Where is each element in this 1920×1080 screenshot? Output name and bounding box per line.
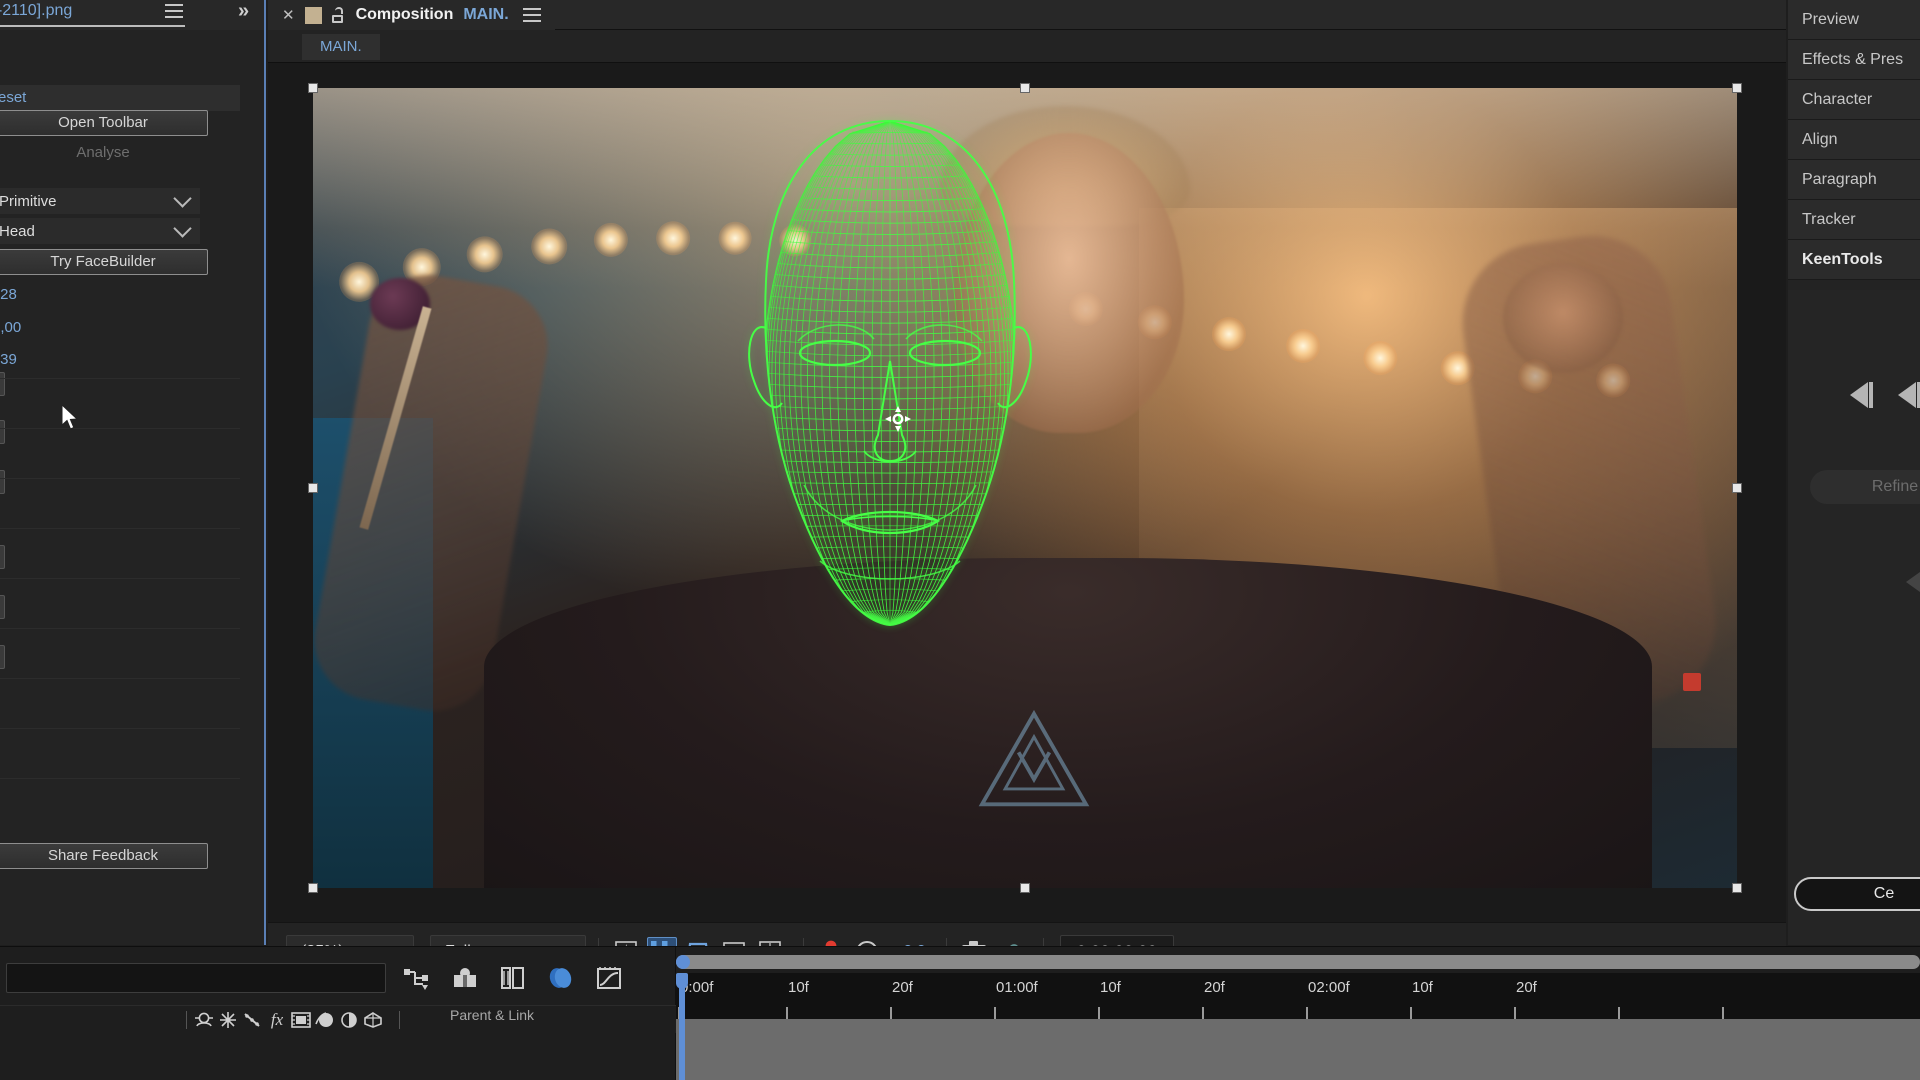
panel-menu-icon[interactable] <box>522 8 541 22</box>
selection-handle-tl[interactable] <box>308 83 318 93</box>
parent-and-link-header: Parent & Link <box>450 1007 535 1023</box>
graph-editor-icon[interactable] <box>592 962 626 994</box>
tick-label: 20f <box>892 979 913 996</box>
param-value-2[interactable]: 0,00 <box>0 318 21 338</box>
frame-blending-icon[interactable] <box>448 962 482 994</box>
tab-align[interactable]: Align <box>1788 120 1920 160</box>
keentools-face-mesh-overlay[interactable] <box>738 113 1043 643</box>
performer-right-hand <box>1503 263 1624 373</box>
close-icon[interactable]: ✕ <box>282 6 295 24</box>
tab-character[interactable]: Character <box>1788 80 1920 120</box>
shy-layers-icon[interactable] <box>400 962 434 994</box>
param-value-3[interactable]: ,39 <box>0 350 17 370</box>
tick-label: 10f <box>1412 979 1433 996</box>
tick-label: 10f <box>1100 979 1121 996</box>
param-row-stub <box>0 470 5 494</box>
composition-panel: ✕ Composition MAIN. MAIN. <box>268 0 1786 980</box>
timeline-layer-column-header: fx <box>0 1005 676 1033</box>
selection-handle-bc[interactable] <box>1020 883 1030 893</box>
mouse-pointer-icon <box>62 405 79 430</box>
composition-tab[interactable]: ✕ Composition MAIN. <box>268 0 555 30</box>
selection-handle-br[interactable] <box>1732 883 1742 893</box>
frame-blend-icon[interactable] <box>289 1004 313 1036</box>
param-row-stub <box>0 372 5 396</box>
layer-switches-icon[interactable] <box>193 1004 215 1036</box>
left-panel-header: n[2000-2110].png » <box>0 0 264 30</box>
3d-layer-icon[interactable] <box>361 1004 385 1036</box>
fx-icon[interactable]: fx <box>265 1004 289 1036</box>
background-red-light <box>1683 673 1702 691</box>
shirt-logo-icon <box>978 709 1090 807</box>
timeline-track-area[interactable] <box>676 1019 1920 1080</box>
try-facebuilder-button[interactable]: Try FaceBuilder <box>0 249 208 275</box>
tick-label: 20f <box>1516 979 1537 996</box>
tick-label: 01:00f <box>996 979 1038 996</box>
adjustment-layer-icon[interactable] <box>337 1004 361 1036</box>
tick-label: 10f <box>788 979 809 996</box>
share-feedback-button[interactable]: Share Feedback <box>0 843 208 869</box>
composition-viewer[interactable] <box>268 64 1786 922</box>
left-panel-spacer <box>0 30 264 52</box>
refine-button[interactable]: Refine <box>1810 470 1920 504</box>
composition-thumbnail-icon <box>304 6 322 24</box>
motion-blur-icon[interactable] <box>496 962 530 994</box>
selection-handle-ml[interactable] <box>308 483 318 493</box>
reset-link[interactable]: eset <box>0 85 238 111</box>
center-button[interactable]: Ce <box>1794 877 1920 911</box>
quality-icon[interactable] <box>217 1004 239 1036</box>
right-dock-panel: Preview Effects & Pres Character Align P… <box>1788 0 1920 1080</box>
timeline-left-column: fx Parent & Link <box>0 947 676 1080</box>
timeline-ruler[interactable]: 0:00f 10f 20f 01:00f 10f 20f 02:00f 10f … <box>676 973 1920 1019</box>
effect-controls-panel: n[2000-2110].png » eset Open Toolbar Ana… <box>0 0 266 945</box>
param-row-stub <box>0 595 5 619</box>
tab-effects-presets[interactable]: Effects & Pres <box>1788 40 1920 80</box>
chevron-down-icon <box>173 219 192 238</box>
lock-icon[interactable] <box>331 7 346 23</box>
timeline-ruler-area: 0:00f 10f 20f 01:00f 10f 20f 02:00f 10f … <box>676 947 1920 1080</box>
timeline-panel: fx Parent & Link 0:00f 10f 20f 01:00f 10… <box>0 946 1920 1080</box>
model-part-select[interactable]: Head <box>0 218 200 244</box>
composition-tabbar: ✕ Composition MAIN. <box>268 0 1786 30</box>
chevron-down-icon <box>173 189 192 208</box>
analyse-button[interactable]: Analyse <box>0 140 208 166</box>
model-part-value: Head <box>0 223 35 240</box>
tick-label: 20f <box>1204 979 1225 996</box>
composition-stage[interactable] <box>313 88 1737 888</box>
playhead[interactable] <box>676 973 688 1080</box>
left-panel-title: n[2000-2110].png <box>0 2 73 19</box>
selection-handle-mr[interactable] <box>1732 483 1742 493</box>
param-row-stub <box>0 420 5 444</box>
tab-keentools[interactable]: KeenTools <box>1788 240 1920 280</box>
tick-label: 02:00f <box>1308 979 1350 996</box>
timeline-horizontal-scrollbar[interactable] <box>676 955 1920 969</box>
after-effects-window: n[2000-2110].png » eset Open Toolbar Ana… <box>0 0 1920 1080</box>
keentools-panel-body: Refine Ce Toggle pins Clear all ← Clear <box>1788 290 1920 1080</box>
motion-blur-layer-icon[interactable] <box>313 1004 337 1036</box>
effect-icon[interactable] <box>241 1004 263 1036</box>
model-type-select[interactable]: Primitive <box>0 188 200 214</box>
param-row-stub <box>0 645 5 669</box>
selection-handle-tr[interactable] <box>1732 83 1742 93</box>
selection-handle-tc[interactable] <box>1020 83 1030 93</box>
selection-handle-bl[interactable] <box>308 883 318 893</box>
tab-tracker[interactable]: Tracker <box>1788 200 1920 240</box>
model-type-value: Primitive <box>0 193 57 210</box>
comp-subtab-main[interactable]: MAIN. <box>302 34 380 60</box>
panel-label: Composition <box>355 6 454 23</box>
timeline-search-row <box>0 955 680 1001</box>
open-toolbar-button[interactable]: Open Toolbar <box>0 110 208 136</box>
anchor-point-icon[interactable] <box>885 406 911 432</box>
composition-name: MAIN. <box>463 6 509 23</box>
hamburger-icon[interactable] <box>165 4 183 20</box>
scrollbar-left-cap[interactable] <box>676 955 690 969</box>
param-value-1[interactable]: ,28 <box>0 285 17 305</box>
left-panel-title-underline <box>0 25 185 27</box>
graph-editor-toggle-icon[interactable] <box>544 962 578 994</box>
tab-paragraph[interactable]: Paragraph <box>1788 160 1920 200</box>
composition-subtab-strip: MAIN. <box>268 30 1786 63</box>
double-chevron-right-icon[interactable]: » <box>238 0 249 23</box>
search-input[interactable] <box>6 963 386 993</box>
param-row-stub <box>0 545 5 569</box>
tab-preview[interactable]: Preview <box>1788 0 1920 40</box>
